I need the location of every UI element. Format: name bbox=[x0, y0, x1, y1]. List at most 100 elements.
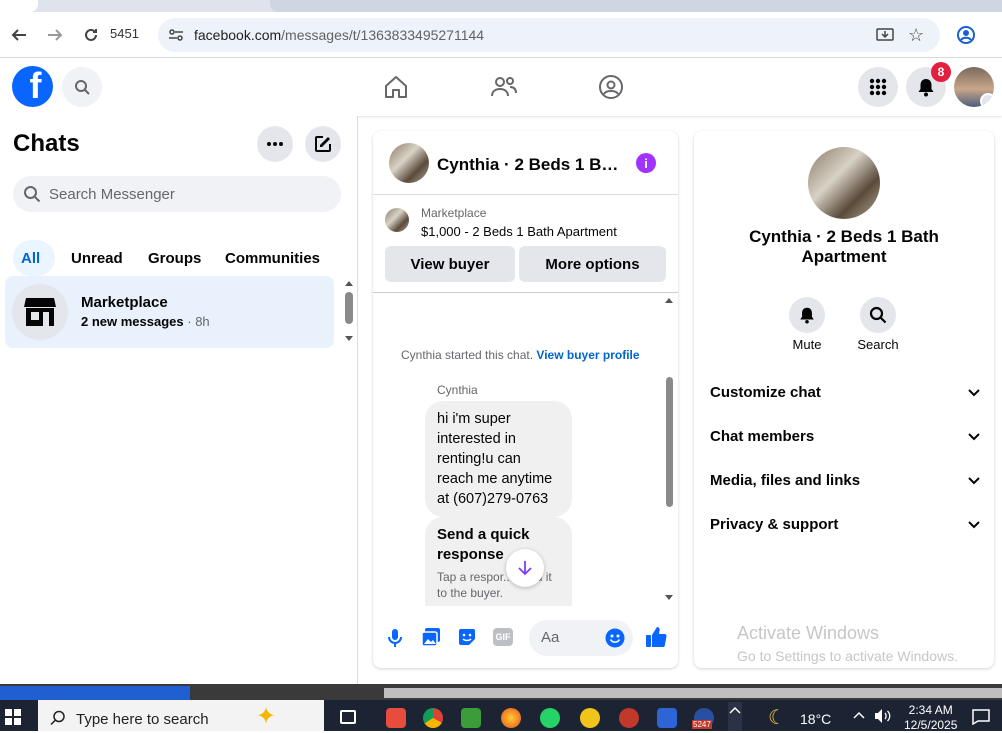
bookmark-star-icon[interactable]: ☆ bbox=[908, 25, 924, 46]
filter-communities[interactable]: Communities bbox=[213, 240, 332, 276]
info-icon[interactable]: i bbox=[636, 153, 656, 173]
url-text[interactable]: facebook.com/messages/t/1363833495271144 bbox=[194, 27, 484, 43]
taskbar-search-box[interactable]: Type here to search ✦ bbox=[38, 700, 324, 731]
chevron-down-icon bbox=[968, 384, 980, 401]
anydesk-icon[interactable] bbox=[386, 708, 406, 728]
message-sender: Cynthia bbox=[437, 383, 478, 397]
app-icon-3[interactable] bbox=[657, 708, 677, 728]
section-media-files-links[interactable]: Media, files and links bbox=[710, 468, 980, 492]
section-label: Privacy & support bbox=[710, 515, 839, 533]
reload-icon[interactable] bbox=[78, 22, 104, 48]
view-buyer-button[interactable]: View buyer bbox=[385, 246, 515, 282]
search-icon bbox=[24, 186, 41, 203]
quick-response-card[interactable]: Send a quick response Tap a respor... se… bbox=[425, 517, 572, 606]
section-label: Customize chat bbox=[710, 383, 821, 401]
mute-label: Mute bbox=[792, 337, 822, 352]
microphone-icon[interactable] bbox=[387, 628, 403, 653]
back-arrow-icon[interactable] bbox=[6, 22, 32, 48]
account-avatar[interactable] bbox=[954, 67, 994, 107]
conversation-thumbnail[interactable] bbox=[389, 143, 429, 183]
search-label: Search bbox=[857, 337, 899, 352]
listing-photo[interactable] bbox=[808, 147, 880, 219]
message-bubble[interactable]: hi i'm super interested in renting!u can… bbox=[425, 401, 572, 517]
chevron-down-icon bbox=[968, 472, 980, 489]
firefox-icon[interactable] bbox=[501, 708, 521, 728]
tab-strip bbox=[0, 0, 1002, 12]
emoji-icon[interactable] bbox=[605, 628, 625, 653]
page-progress-strip bbox=[0, 686, 190, 700]
temperature[interactable]: 18°C bbox=[800, 711, 831, 727]
install-app-icon[interactable] bbox=[876, 26, 894, 49]
search-icon bbox=[50, 710, 65, 726]
thread-scrollbar[interactable] bbox=[663, 295, 675, 605]
grid-icon bbox=[869, 78, 887, 96]
section-privacy-support[interactable]: Privacy & support bbox=[710, 512, 980, 536]
mail-app-icon[interactable]: 5247 bbox=[692, 708, 714, 729]
filter-unread[interactable]: Unread bbox=[59, 240, 135, 276]
conversation-title[interactable]: Cynthia · 2 Beds 1 Bath Apartment bbox=[437, 155, 627, 175]
chevron-up-icon[interactable] bbox=[852, 708, 866, 727]
filter-groups[interactable]: Groups bbox=[136, 240, 213, 276]
chat-list-item-marketplace[interactable]: Marketplace 2 new messages · 8h bbox=[5, 276, 334, 348]
facebook-logo-icon[interactable]: f bbox=[12, 66, 53, 107]
thumbs-up-icon[interactable] bbox=[645, 626, 667, 653]
chat-options-button[interactable] bbox=[257, 126, 293, 162]
app-icon-2[interactable] bbox=[619, 708, 639, 728]
search-placeholder: Search Messenger bbox=[49, 186, 175, 203]
search-icon bbox=[869, 306, 887, 324]
sparkle-icon: ✦ bbox=[256, 703, 277, 730]
friends-icon[interactable] bbox=[489, 72, 519, 102]
address-bar[interactable]: facebook.com/messages/t/1363833495271144… bbox=[158, 18, 940, 52]
chevron-down-icon bbox=[968, 516, 980, 533]
whatsapp-icon[interactable] bbox=[540, 708, 560, 728]
chat-started-notice: Cynthia started this chat. View buyer pr… bbox=[401, 348, 640, 362]
listing-title[interactable]: $1,000 - 2 Beds 1 Bath Apartment bbox=[421, 224, 617, 239]
section-label: Media, files and links bbox=[710, 471, 861, 489]
forward-arrow-icon[interactable] bbox=[42, 22, 68, 48]
chrome-icon[interactable] bbox=[423, 708, 443, 728]
windows-start-icon[interactable] bbox=[5, 709, 21, 730]
more-options-button[interactable]: More options bbox=[519, 246, 666, 282]
gif-icon[interactable]: GIF bbox=[493, 628, 513, 646]
speaker-icon[interactable] bbox=[874, 708, 892, 729]
chevron-down-icon bbox=[980, 93, 994, 107]
notification-center-icon[interactable] bbox=[972, 709, 990, 730]
photo-icon[interactable] bbox=[421, 627, 441, 652]
new-message-button[interactable] bbox=[305, 126, 341, 162]
tab-count[interactable]: 5451 bbox=[110, 26, 139, 41]
message-composer: GIF Aa bbox=[373, 618, 678, 658]
horizontal-scrollbar[interactable] bbox=[384, 688, 1002, 698]
facebook-search-button[interactable] bbox=[62, 67, 102, 107]
site-info-icon[interactable] bbox=[168, 27, 184, 48]
filter-all[interactable]: All bbox=[13, 240, 55, 276]
search-in-conversation-button[interactable] bbox=[860, 297, 896, 333]
messenger-search-input[interactable]: Search Messenger bbox=[13, 176, 341, 212]
chat-item-time: 8h bbox=[195, 314, 210, 329]
groups-icon[interactable] bbox=[596, 72, 626, 102]
app-icon[interactable] bbox=[580, 708, 600, 728]
taskbar-clock[interactable]: 2:34 AM 12/5/2025 bbox=[904, 703, 957, 733]
show-hidden-icons[interactable] bbox=[728, 702, 742, 731]
profile-icon[interactable] bbox=[956, 25, 976, 50]
home-icon[interactable] bbox=[381, 72, 411, 102]
listing-thumbnail[interactable] bbox=[385, 208, 409, 232]
windows-taskbar: Type here to search ✦ 5247 ☾ 18°C 2:34 A… bbox=[0, 700, 1002, 733]
chevron-down-icon bbox=[968, 428, 980, 445]
view-buyer-profile-link[interactable]: View buyer profile bbox=[536, 348, 639, 362]
bell-icon bbox=[918, 79, 934, 97]
active-tab[interactable] bbox=[0, 0, 38, 12]
notification-count-badge: 8 bbox=[931, 62, 951, 82]
chat-started-text: Cynthia started this chat. bbox=[401, 348, 534, 362]
sticker-icon[interactable] bbox=[457, 627, 477, 652]
message-thread: Cynthia started this chat. View buyer pr… bbox=[373, 293, 678, 606]
message-input-placeholder: Aa bbox=[541, 629, 560, 646]
section-customize-chat[interactable]: Customize chat bbox=[710, 380, 980, 404]
spreadsheet-icon[interactable] bbox=[461, 708, 481, 728]
section-chat-members[interactable]: Chat members bbox=[710, 424, 980, 448]
task-view-icon[interactable] bbox=[340, 710, 356, 724]
menu-grid-button[interactable] bbox=[858, 67, 898, 107]
scroll-to-bottom-button[interactable] bbox=[506, 549, 544, 587]
chat-list-scrollbar[interactable] bbox=[343, 278, 355, 344]
chat-item-subtitle: 2 new messages · 8h bbox=[81, 314, 210, 329]
mute-button[interactable] bbox=[789, 297, 825, 333]
